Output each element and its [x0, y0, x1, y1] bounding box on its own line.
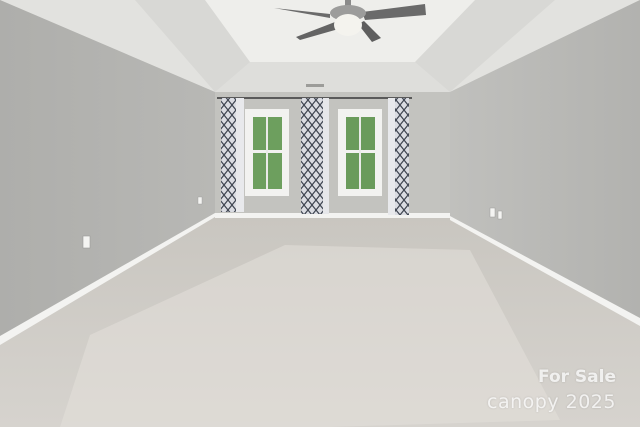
room-illustration — [0, 0, 640, 427]
ceiling-vent — [306, 84, 324, 87]
curtain-panel — [388, 98, 396, 215]
curtain-panel — [236, 98, 244, 212]
watermark-line2: canopy 2025 — [487, 391, 616, 413]
wall-outlet — [82, 235, 91, 249]
fan-light-globe — [334, 14, 362, 36]
wall-outlet — [489, 207, 496, 218]
curtain-panel — [221, 98, 236, 212]
room-photo: For Sale canopy 2025 — [0, 0, 640, 427]
baseboard-back — [215, 213, 450, 218]
watermark-line1: For Sale — [538, 367, 616, 387]
curtain-panel — [323, 98, 329, 214]
curtain-panel — [301, 98, 323, 214]
curtain-panel — [395, 98, 409, 215]
